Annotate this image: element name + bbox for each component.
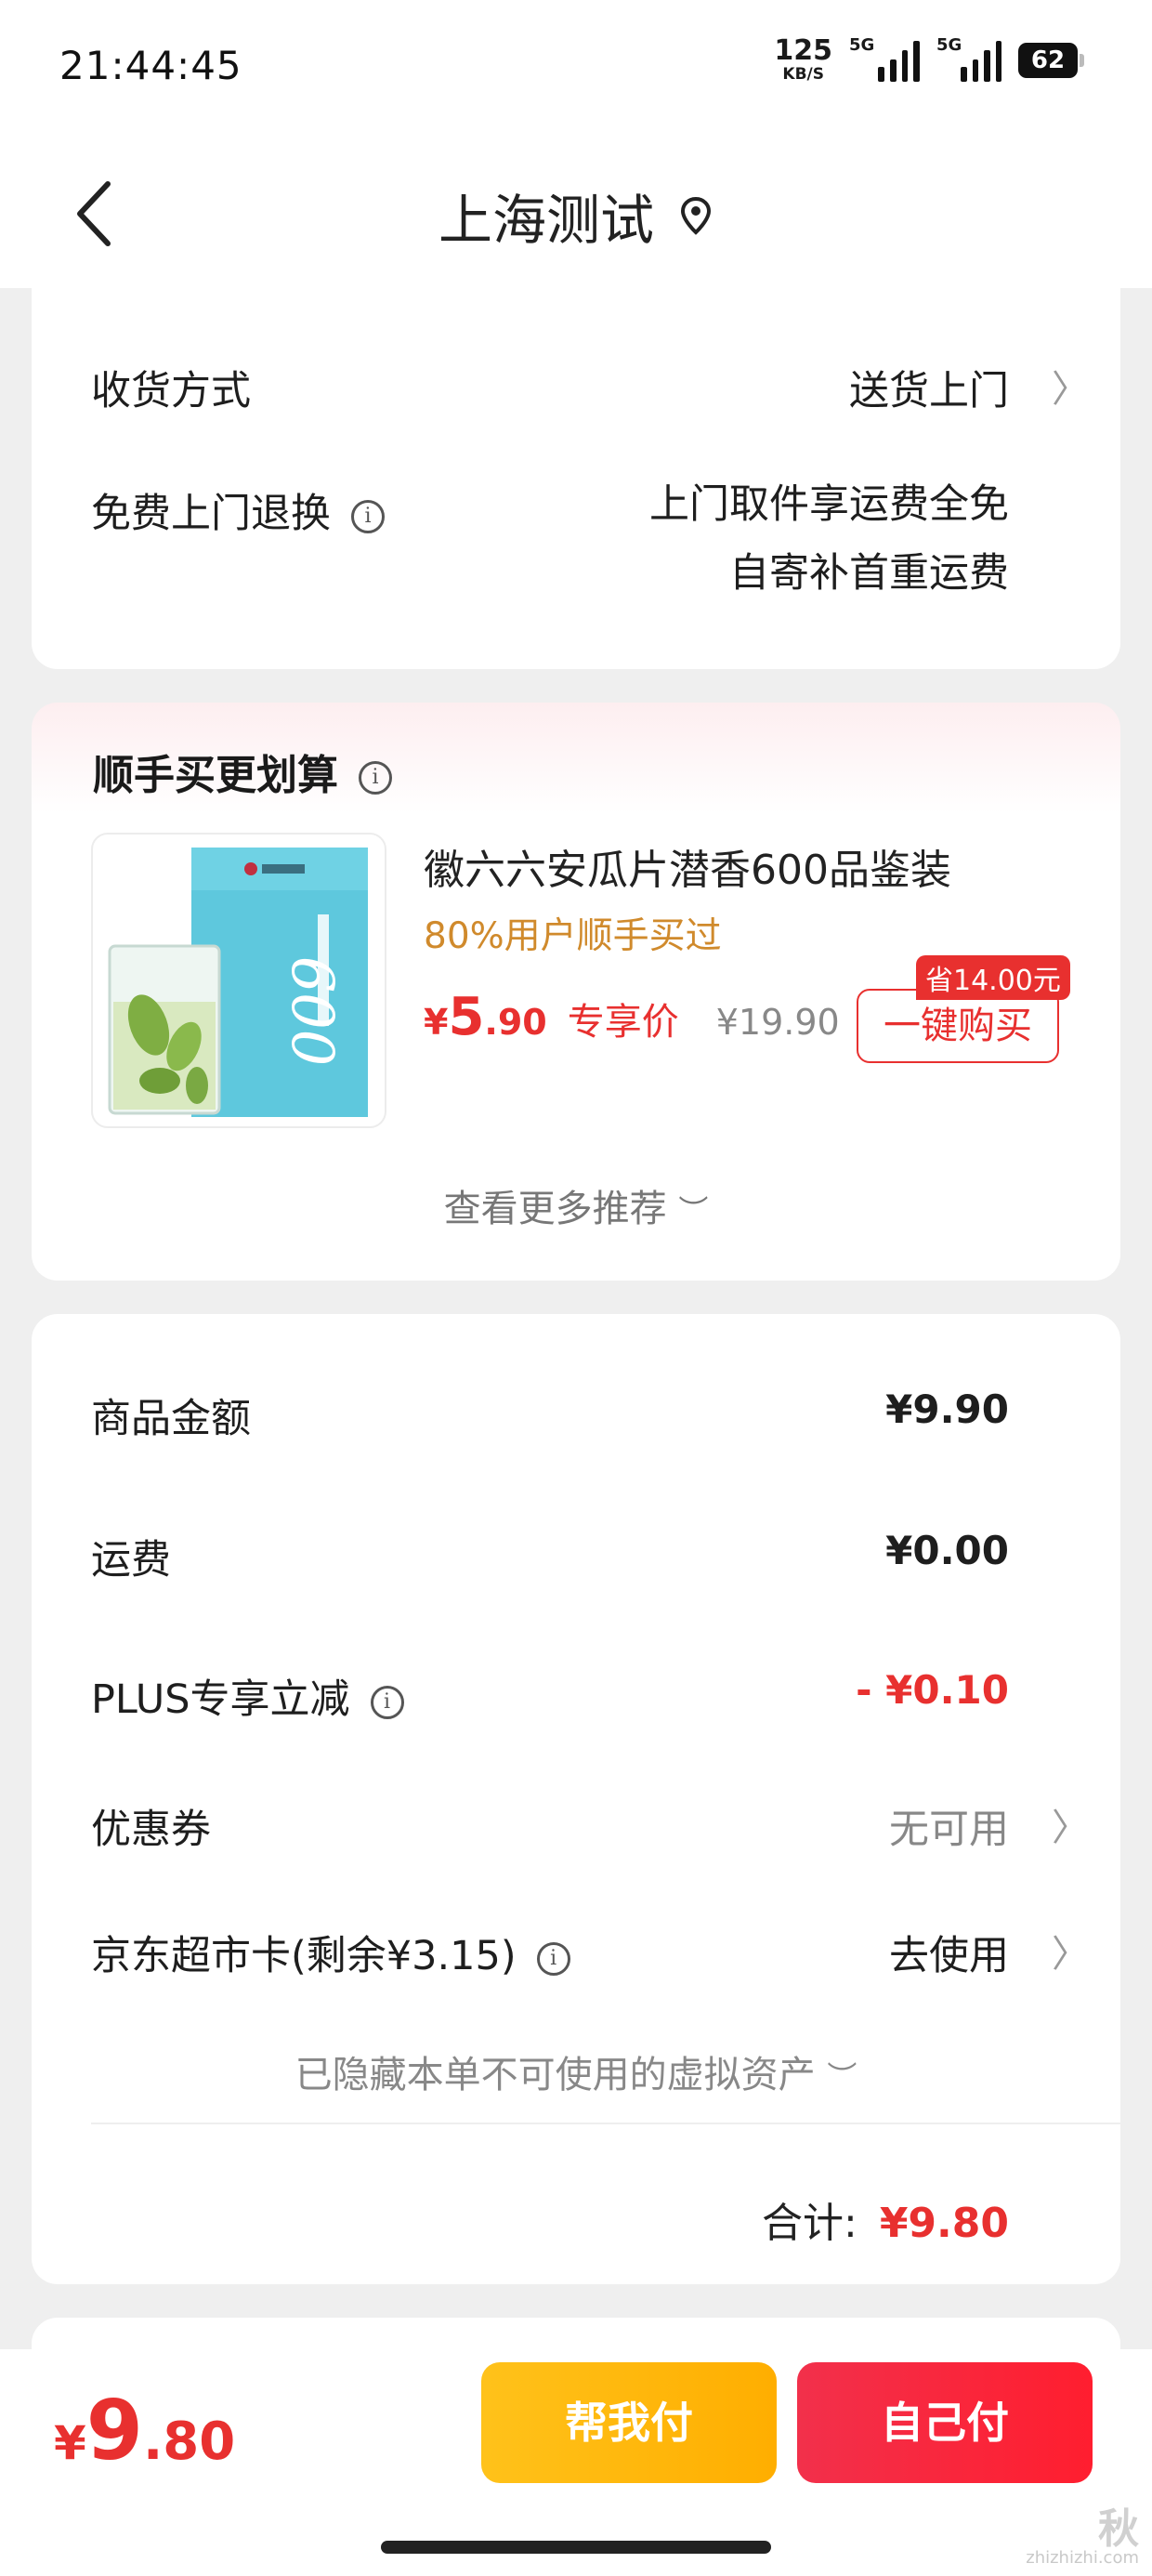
delivery-card: 收货方式 送货上门 〉 免费上门退换 i 上门取件享运费全免 自寄补首重运费 bbox=[32, 288, 1120, 669]
chevron-down-icon: ︶ bbox=[827, 2059, 857, 2095]
divider bbox=[91, 2123, 1120, 2124]
network-speed: 125 KB/S bbox=[774, 37, 832, 83]
bottom-action-bar: ¥ 9 .80 帮我付 自己付 bbox=[0, 2349, 1152, 2576]
chevron-right-icon: 〉 bbox=[1052, 1807, 1089, 1849]
free-return-line2: 自寄补首重运费 bbox=[729, 550, 1009, 597]
total-value: ¥9.80 bbox=[879, 2200, 1009, 2247]
see-more-text: 查看更多推荐 bbox=[443, 1188, 667, 1230]
signal1-label: 5G bbox=[849, 34, 875, 55]
delivery-method-value: 送货上门 bbox=[849, 368, 1009, 414]
free-return-label: 免费上门退换 bbox=[91, 491, 331, 537]
hidden-assets-text: 已隐藏本单不可使用的虚拟资产 bbox=[295, 2054, 816, 2096]
plus-discount-label: PLUS专享立减 bbox=[91, 1676, 350, 1723]
see-more-link[interactable]: 查看更多推荐 ︶ bbox=[32, 1178, 1120, 1232]
price-label: 专享价 bbox=[567, 1001, 679, 1044]
delivery-method-label: 收货方式 bbox=[91, 368, 251, 414]
coupon-row[interactable]: 优惠券 无可用 〉 bbox=[91, 1797, 1089, 1855]
goods-amount-row: 商品金额 ¥9.90 bbox=[91, 1387, 1009, 1444]
chevron-right-icon: 〉 bbox=[1052, 368, 1089, 411]
chevron-right-icon: 〉 bbox=[1052, 1933, 1089, 1976]
supermarket-card-label: 京东超市卡(剩余¥3.15) bbox=[91, 1933, 517, 1979]
supermarket-card-value: 去使用 bbox=[889, 1933, 1009, 1979]
price-int: 5 bbox=[448, 987, 485, 1047]
payable-amount: ¥ 9 .80 bbox=[54, 2383, 235, 2478]
status-bar: 21:44:45 125 KB/S 5G 5G 62 bbox=[0, 0, 1152, 139]
status-time: 21:44:45 bbox=[59, 43, 242, 88]
product-tag: 80%用户顺手买过 bbox=[424, 915, 722, 957]
info-icon[interactable]: i bbox=[370, 1685, 404, 1719]
plus-discount-row: PLUS专享立减 i - ¥0.10 bbox=[91, 1667, 1009, 1725]
help-me-pay-button[interactable]: 帮我付 bbox=[481, 2362, 777, 2483]
watermark: 秋 zhizhizhi.com bbox=[1026, 2509, 1139, 2567]
pay-myself-button[interactable]: 自己付 bbox=[797, 2362, 1093, 2483]
goods-amount-label: 商品金额 bbox=[91, 1396, 251, 1442]
network-speed-unit: KB/S bbox=[782, 65, 824, 84]
free-return-line1: 上门取件享运费全免 bbox=[649, 481, 1009, 528]
network-speed-value: 125 bbox=[774, 34, 832, 67]
address-title: 上海测试 bbox=[438, 189, 654, 252]
svg-text:600: 600 bbox=[279, 956, 347, 1066]
coupon-value: 无可用 bbox=[889, 1807, 1009, 1853]
recommend-title: 顺手买更划算 i bbox=[93, 742, 392, 801]
order-total: 合计: ¥9.80 bbox=[762, 2189, 1009, 2249]
watermark-top: 秋 bbox=[1098, 2505, 1139, 2553]
info-icon[interactable]: i bbox=[536, 1941, 570, 1976]
page-title[interactable]: 上海测试 bbox=[0, 177, 1152, 255]
total-label: 合计: bbox=[761, 2200, 857, 2247]
hidden-assets-toggle[interactable]: 已隐藏本单不可使用的虚拟资产 ︶ bbox=[32, 2044, 1120, 2098]
home-indicator[interactable] bbox=[381, 2541, 771, 2554]
order-summary-card: 商品金额 ¥9.90 运费 ¥0.00 PLUS专享立减 i - ¥0.10 优惠… bbox=[32, 1314, 1120, 2284]
status-icons: 125 KB/S 5G 5G 62 bbox=[774, 35, 1084, 83]
payable-symbol: ¥ bbox=[54, 2416, 86, 2470]
payable-dec: .80 bbox=[143, 2412, 236, 2472]
recommend-title-text: 顺手买更划算 bbox=[93, 752, 338, 799]
save-badge: 省14.00元 bbox=[916, 955, 1070, 1000]
watermark-bottom: zhizhizhi.com bbox=[1026, 2548, 1139, 2568]
supermarket-card-row[interactable]: 京东超市卡(剩余¥3.15) i 去使用 〉 bbox=[91, 1924, 1089, 1981]
plus-discount-value: - ¥0.10 bbox=[856, 1667, 1009, 1713]
location-pin-icon bbox=[680, 196, 712, 235]
shipping-row: 运费 ¥0.00 bbox=[91, 1528, 1009, 1585]
price-symbol: ¥ bbox=[424, 1002, 449, 1043]
one-click-buy-button[interactable]: 一键购买 bbox=[857, 989, 1059, 1063]
coupon-label: 优惠券 bbox=[91, 1807, 211, 1853]
nav-bar: 上海测试 bbox=[0, 139, 1152, 288]
info-icon[interactable]: i bbox=[351, 499, 385, 533]
product-price: ¥ 5 .90 专享价 ¥19.90 bbox=[424, 987, 840, 1047]
product-name[interactable]: 徽六六安瓜片潜香600品鉴装 bbox=[424, 836, 951, 896]
original-price: ¥19.90 bbox=[715, 1002, 840, 1043]
chevron-down-icon: ︶ bbox=[678, 1193, 709, 1229]
product-image[interactable]: 600 bbox=[91, 833, 386, 1128]
signal-5g-icon: 5G bbox=[849, 35, 920, 82]
signal2-label: 5G bbox=[936, 34, 962, 55]
goods-amount-value: ¥9.90 bbox=[885, 1387, 1009, 1432]
shipping-label: 运费 bbox=[91, 1537, 171, 1584]
payable-int: 9 bbox=[85, 2383, 144, 2478]
free-return-row: 免费上门退换 i 上门取件享运费全免 自寄补首重运费 bbox=[91, 481, 1009, 597]
tea-box-image: 600 bbox=[108, 848, 368, 1117]
free-return-value: 上门取件享运费全免 自寄补首重运费 bbox=[649, 470, 1009, 608]
price-dec: .90 bbox=[484, 1002, 547, 1043]
recommend-card: 顺手买更划算 i 600 徽六六安瓜片潜香600品鉴装 80%用户顺手买过 ¥ 5… bbox=[32, 703, 1120, 1281]
delivery-method-row[interactable]: 收货方式 送货上门 〉 bbox=[91, 359, 1089, 416]
battery-icon: 62 bbox=[1018, 42, 1084, 78]
shipping-value: ¥0.00 bbox=[885, 1528, 1009, 1573]
info-icon[interactable]: i bbox=[359, 761, 392, 795]
signal-5g-icon-2: 5G bbox=[936, 35, 1001, 82]
